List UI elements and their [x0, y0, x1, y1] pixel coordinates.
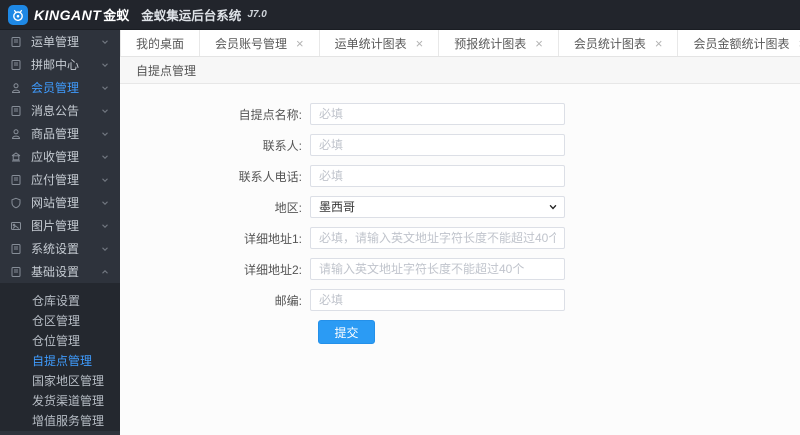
close-tab-icon[interactable]: × — [296, 37, 304, 50]
sidebar-item-label: 运单管理 — [31, 35, 80, 49]
person-icon — [10, 82, 22, 94]
chevron-down-icon — [102, 131, 108, 136]
page-title: 自提点管理 — [136, 63, 197, 78]
sidebar-item-label: 基础设置 — [31, 265, 80, 279]
sidebar-item-label: 图片管理 — [31, 219, 80, 233]
region-select-wrap: 墨西哥 — [310, 196, 565, 218]
tab-label: 会员统计图表 — [573, 36, 646, 51]
contact-phone-label: 联系人电话: — [238, 169, 302, 184]
zipcode-label: 邮编: — [274, 293, 302, 308]
sidebar-item-label: 商品管理 — [31, 127, 80, 141]
tab-member-account-mgmt[interactable]: 会员账号管理 × — [200, 30, 320, 56]
sidebar-item-label: 拼邮中心 — [31, 58, 80, 72]
sidebar-item-receivables[interactable]: 应收管理 — [0, 145, 120, 168]
chevron-down-icon — [102, 200, 108, 205]
sidebar-item-system-settings[interactable]: 系统设置 — [0, 237, 120, 260]
sidebar-item-label: 应收管理 — [31, 150, 80, 164]
bank-icon — [10, 151, 22, 163]
tab-bar: 我的桌面 会员账号管理 × 运单统计图表 × 预报统计图表 × 会员统计图表 ×… — [120, 30, 800, 57]
app-title: 金蚁集运后台系统 — [141, 9, 242, 23]
tab-label: 我的桌面 — [136, 36, 185, 51]
sidebar-item-label: 应付管理 — [31, 173, 80, 187]
basic-settings-submenu: 仓库设置 仓区管理 仓位管理 自提点管理 国家地区管理 发货渠道管理 增值服务管… — [0, 283, 120, 431]
zipcode-input[interactable] — [310, 289, 565, 311]
submenu-item-shipping-channel[interactable]: 发货渠道管理 — [0, 391, 120, 411]
chevron-down-icon — [102, 246, 108, 251]
app-version: J7.0 — [247, 9, 267, 20]
tab-forecast-stats-chart[interactable]: 预报统计图表 × — [439, 30, 559, 56]
chevron-down-icon — [102, 154, 108, 159]
chevron-down-icon — [102, 62, 108, 67]
sidebar-item-label: 消息公告 — [31, 104, 80, 118]
sidebar-item-website-mgmt[interactable]: 网站管理 — [0, 191, 120, 214]
shield-icon — [10, 197, 22, 209]
sidebar-item-waybill-mgmt[interactable]: 运单管理 — [0, 30, 120, 53]
sidebar-item-mail-center[interactable]: 拼邮中心 — [0, 53, 120, 76]
chevron-down-icon — [102, 108, 108, 113]
close-tab-icon[interactable]: × — [655, 37, 663, 50]
submenu-item-value-added-service[interactable]: 增值服务管理 — [0, 411, 120, 431]
address2-input[interactable] — [310, 258, 565, 280]
system-doc-icon — [10, 243, 22, 255]
submenu-item-warehouse-zone[interactable]: 仓区管理 — [0, 311, 120, 331]
payable-doc-icon — [10, 174, 22, 186]
address1-label: 详细地址1: — [243, 231, 302, 246]
notice-doc-icon — [10, 105, 22, 117]
tab-label: 运单统计图表 — [334, 36, 407, 51]
sidebar-item-payables[interactable]: 应付管理 — [0, 168, 120, 191]
submenu-item-warehouse-slot[interactable]: 仓位管理 — [0, 331, 120, 351]
chevron-down-icon — [102, 223, 108, 228]
submenu-item-warehouse-settings[interactable]: 仓库设置 — [0, 291, 120, 311]
address2-label: 详细地址2: — [243, 262, 302, 277]
close-tab-icon[interactable]: × — [535, 37, 543, 50]
chevron-down-icon — [102, 177, 108, 182]
tab-label: 预报统计图表 — [454, 36, 527, 51]
pickup-name-input[interactable] — [310, 103, 565, 125]
sidebar-item-image-mgmt[interactable]: 图片管理 — [0, 214, 120, 237]
sidebar-item-label: 系统设置 — [31, 242, 80, 256]
submit-button[interactable]: 提交 — [318, 320, 375, 344]
tab-label: 会员金额统计图表 — [693, 36, 790, 51]
contact-phone-input[interactable] — [310, 165, 565, 187]
main-area: 我的桌面 会员账号管理 × 运单统计图表 × 预报统计图表 × 会员统计图表 ×… — [120, 30, 800, 435]
pickup-point-form: 自提点名称: 联系人: 联系人电话: 地区: 墨西哥 详细地址1: 详细 — [120, 84, 800, 344]
chevron-up-icon — [102, 269, 108, 274]
region-select[interactable]: 墨西哥 — [310, 196, 565, 218]
sidebar-item-notices[interactable]: 消息公告 — [0, 99, 120, 122]
chevron-down-icon — [102, 39, 108, 44]
image-icon — [10, 220, 22, 232]
waybill-doc-icon — [10, 36, 22, 48]
submenu-item-pickup-point[interactable]: 自提点管理 — [0, 351, 120, 371]
pickup-name-label: 自提点名称: — [238, 107, 302, 122]
page-title-bar: 自提点管理 — [120, 57, 800, 84]
address1-input[interactable] — [310, 227, 565, 249]
tab-label: 会员账号管理 — [215, 36, 288, 51]
sidebar-item-label: 会员管理 — [31, 81, 80, 95]
brand-name-cn: 金蚁 — [103, 8, 130, 23]
sidebar-item-goods-mgmt[interactable]: 商品管理 — [0, 122, 120, 145]
contact-label: 联系人: — [262, 138, 302, 153]
tab-waybill-stats-chart[interactable]: 运单统计图表 × — [319, 30, 440, 56]
chevron-down-icon — [102, 85, 108, 90]
tab-member-amount-stats-chart[interactable]: 会员金额统计图表 × — [678, 30, 800, 56]
person-icon — [10, 128, 22, 140]
mail-doc-icon — [10, 59, 22, 71]
brand-name: KINGANT — [34, 6, 102, 23]
basic-doc-icon — [10, 266, 22, 278]
app-header: KINGANT 金蚁 金蚁集运后台系统 J7.0 — [0, 0, 800, 30]
ant-logo-icon — [8, 4, 28, 25]
sidebar-nav: 运单管理 拼邮中心 会员管理 消息公告 商品管理 应收管理 应付管理 网站管理 — [0, 30, 120, 435]
contact-input[interactable] — [310, 134, 565, 156]
tab-member-stats-chart[interactable]: 会员统计图表 × — [558, 30, 679, 56]
region-label: 地区: — [274, 200, 302, 215]
tab-my-desktop[interactable]: 我的桌面 — [120, 30, 201, 56]
sidebar-item-basic-settings[interactable]: 基础设置 — [0, 260, 120, 283]
close-tab-icon[interactable]: × — [416, 37, 424, 50]
sidebar-item-member-mgmt[interactable]: 会员管理 — [0, 76, 120, 99]
sidebar-item-label: 网站管理 — [31, 196, 80, 210]
submenu-item-country-region[interactable]: 国家地区管理 — [0, 371, 120, 391]
